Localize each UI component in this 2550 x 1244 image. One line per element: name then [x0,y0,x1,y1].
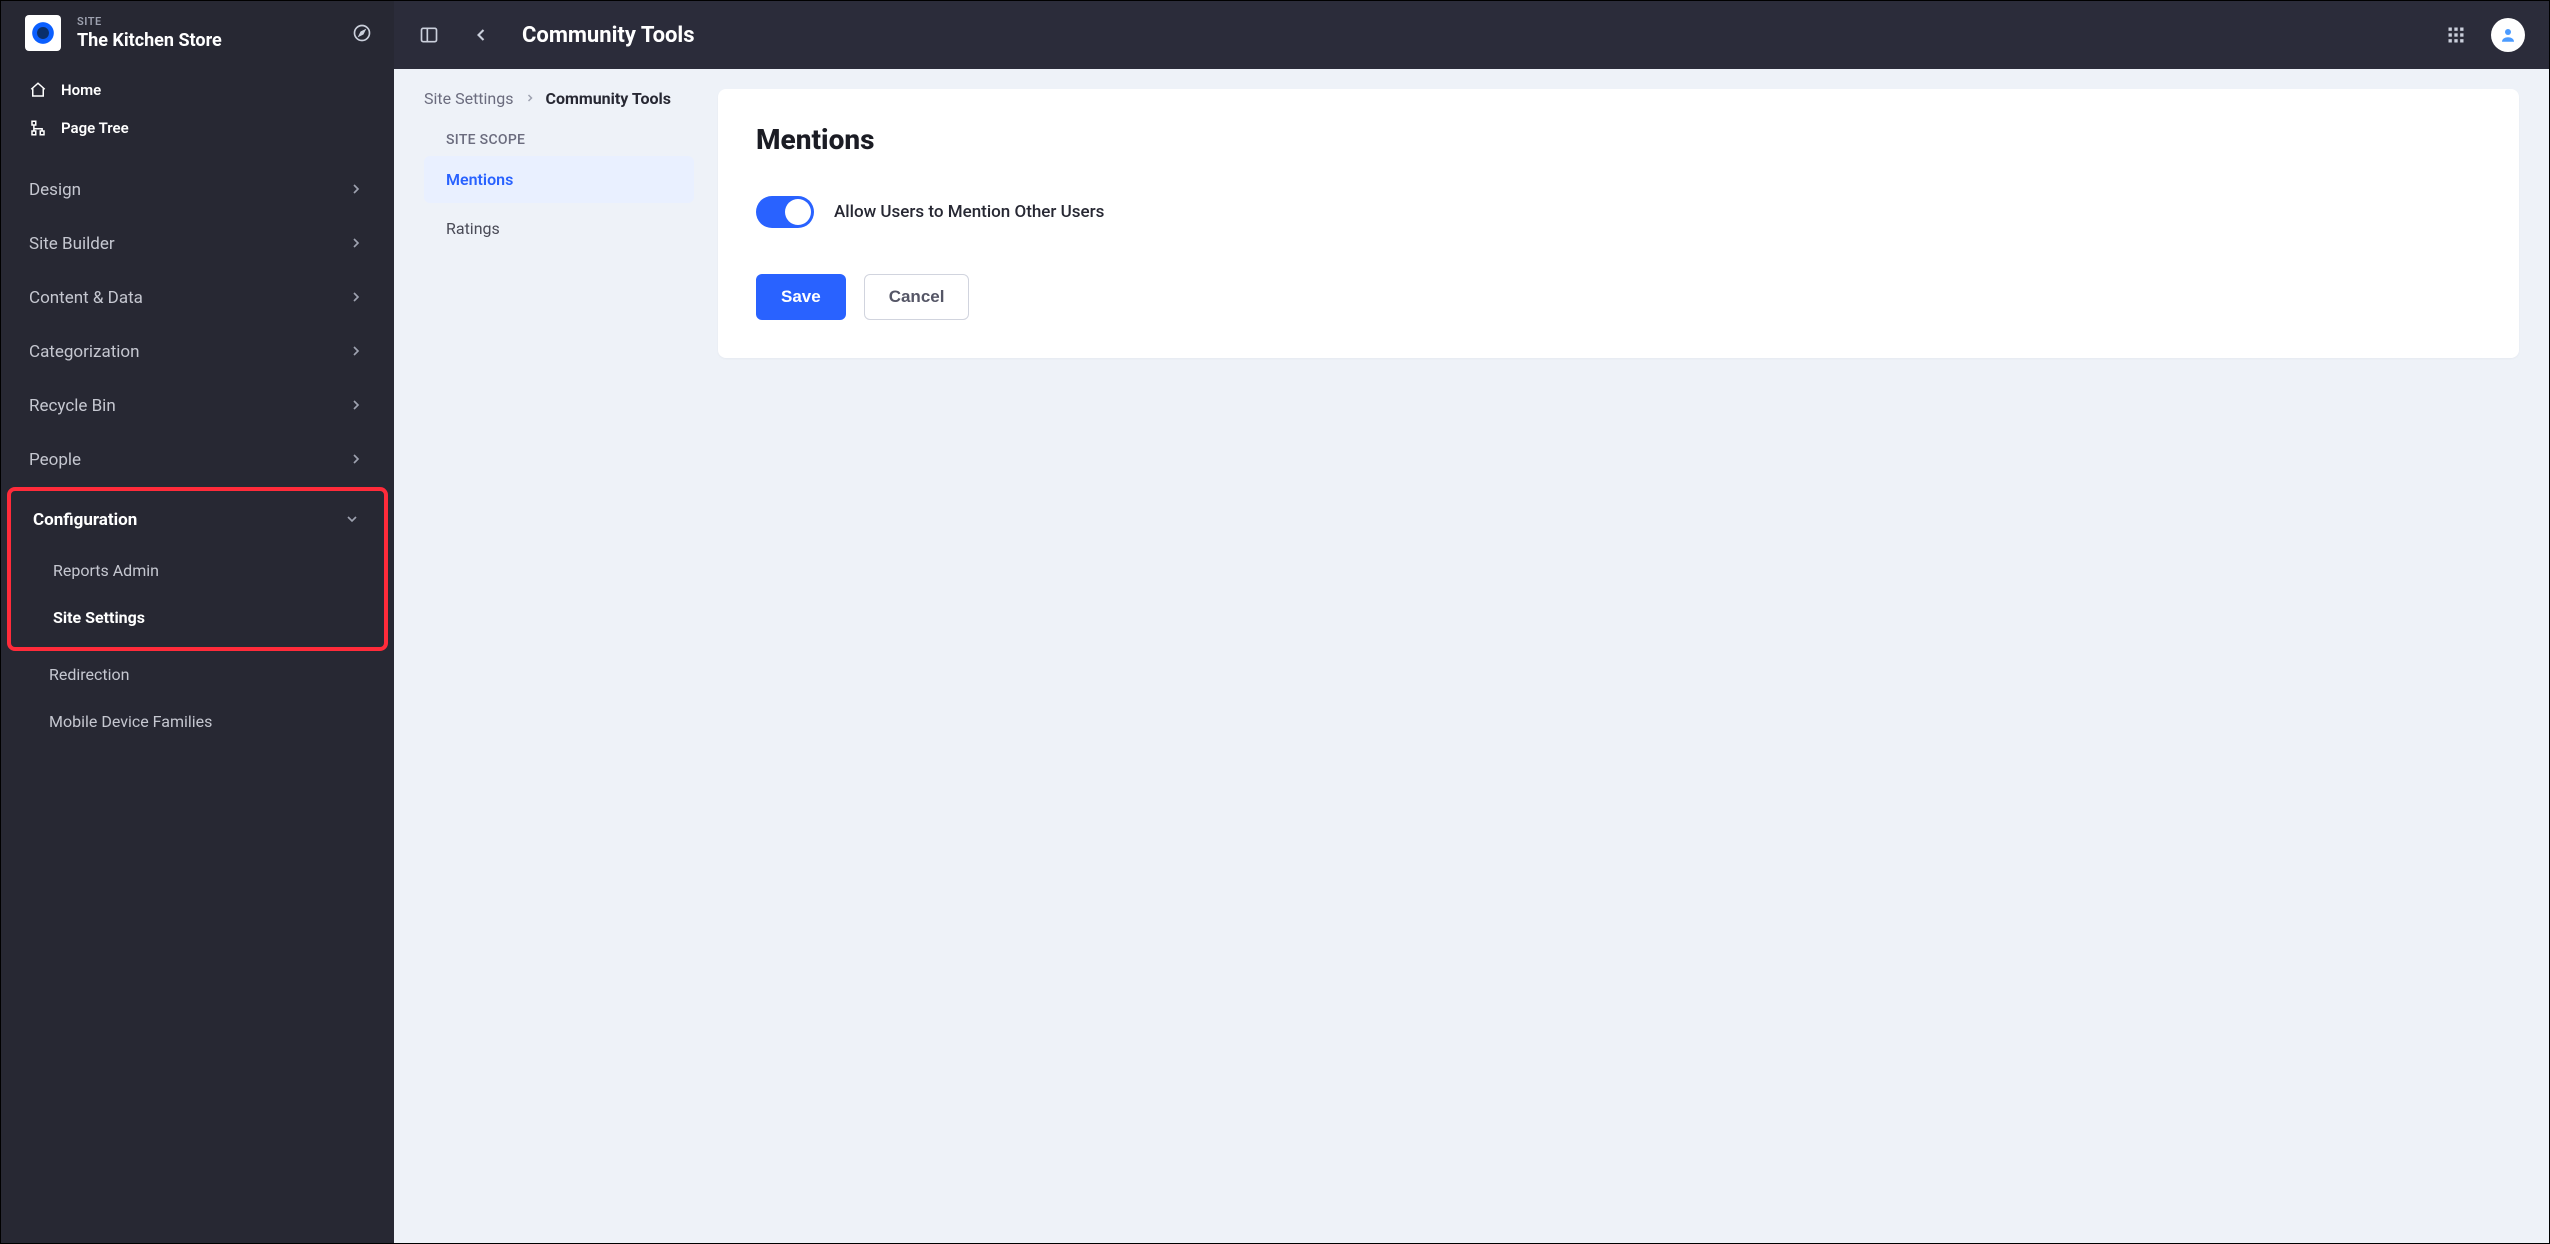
site-logo[interactable] [25,15,61,51]
toggle-row: Allow Users to Mention Other Users [756,196,2481,228]
breadcrumb-parent[interactable]: Site Settings [424,89,514,108]
sidebar-sub-label: Mobile Device Families [49,712,212,731]
sidebar-page-tree-label: Page Tree [61,119,129,137]
topbar: Community Tools [394,1,2549,69]
cancel-button[interactable]: Cancel [864,274,970,320]
sidebar-item-configuration[interactable]: Configuration [11,493,384,547]
chevron-right-icon [348,451,366,469]
chevron-left-icon [471,25,491,45]
compass-button[interactable] [350,21,374,45]
main-column: Community Tools Site Settings Commun [394,1,2549,1243]
chevron-down-icon [344,511,362,529]
chevron-right-icon [348,181,366,199]
sidebar-item-content-data[interactable]: Content & Data [1,271,394,325]
toggle-label: Allow Users to Mention Other Users [834,202,1104,222]
sidebar-sub-mobile-device-families[interactable]: Mobile Device Families [1,698,394,745]
chevron-right-icon [348,289,366,307]
topbar-title: Community Tools [522,23,2421,48]
scope-item-label: Mentions [446,170,513,189]
page-tree-icon [29,119,47,137]
sidebar-nav: Design Site Builder Content & Data Categ… [1,155,394,745]
scope-item-mentions[interactable]: Mentions [424,156,694,203]
sidebar-item-label: Site Builder [29,234,115,254]
sidebar-item-label: Categorization [29,342,139,362]
scope-heading: SITE SCOPE [446,132,694,148]
breadcrumb-current: Community Tools [546,89,672,108]
apps-grid-icon [2446,25,2466,45]
sidebar-home[interactable]: Home [1,71,394,109]
sidebar-home-label: Home [61,81,101,99]
save-button[interactable]: Save [756,274,846,320]
chevron-right-icon [348,235,366,253]
sidebar-item-label: Configuration [33,510,137,530]
panel-icon [419,25,439,45]
settings-card: Mentions Allow Users to Mention Other Us… [718,89,2519,358]
apps-button[interactable] [2439,18,2473,52]
chevron-right-icon [348,397,366,415]
logo-icon [30,20,56,46]
scope-item-label: Ratings [446,219,500,238]
sidebar-item-people[interactable]: People [1,433,394,487]
sidebar-item-label: Recycle Bin [29,396,116,416]
annotation-highlight: Configuration Reports Admin Site Setting… [7,487,388,651]
user-icon [2499,26,2517,44]
sidebar-title[interactable]: The Kitchen Store [77,30,334,51]
card-title: Mentions [756,123,2481,156]
breadcrumb: Site Settings Community Tools [424,89,694,108]
home-icon [29,81,47,99]
sidebar-sub-label: Site Settings [53,608,145,627]
sidebar-item-design[interactable]: Design [1,163,394,217]
app-root: SITE The Kitchen Store Home Page Tree De… [0,0,2550,1244]
button-row: Save Cancel [756,274,2481,320]
sidebar-page-tree[interactable]: Page Tree [1,109,394,147]
user-avatar[interactable] [2491,18,2525,52]
sidebar-sub-redirection[interactable]: Redirection [1,651,394,698]
secondary-nav: Site Settings Community Tools SITE SCOPE… [424,89,694,254]
sidebar-header: SITE The Kitchen Store [1,1,394,65]
sidebar-quicklinks: Home Page Tree [1,65,394,155]
sidebar-sub-label: Reports Admin [53,561,159,580]
sidebar-item-label: Content & Data [29,288,143,308]
sidebar-sub-reports-admin[interactable]: Reports Admin [11,547,384,594]
sidebar-item-recycle-bin[interactable]: Recycle Bin [1,379,394,433]
sidebar-sub-label: Redirection [49,665,129,684]
sidebar-sub-site-settings[interactable]: Site Settings [11,594,384,641]
chevron-right-icon [348,343,366,361]
compass-icon [352,23,372,43]
scope-item-ratings[interactable]: Ratings [424,205,694,252]
content-area: Site Settings Community Tools SITE SCOPE… [394,69,2549,1243]
allow-mentions-toggle[interactable] [756,196,814,228]
sidebar-eyebrow: SITE [77,15,334,28]
back-button[interactable] [464,18,498,52]
sidebar-item-label: People [29,450,81,470]
sidebar-item-site-builder[interactable]: Site Builder [1,217,394,271]
sidebar-item-label: Design [29,180,81,200]
sidebar-title-wrap: SITE The Kitchen Store [77,15,334,51]
sidebar: SITE The Kitchen Store Home Page Tree De… [1,1,394,1243]
sidebar-item-categorization[interactable]: Categorization [1,325,394,379]
chevron-right-icon [524,89,536,108]
toggle-sidebar-button[interactable] [412,18,446,52]
content-inner: Site Settings Community Tools SITE SCOPE… [394,69,2549,398]
